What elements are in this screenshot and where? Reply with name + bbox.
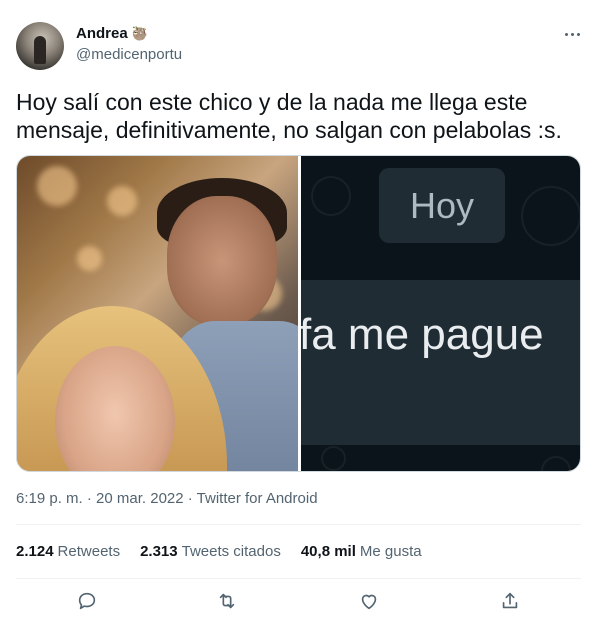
retweet-icon[interactable] [216,590,240,614]
tweet-text: Hoy salí con este chico y de la nada me … [16,89,562,143]
likes-label: Me gusta [359,543,422,560]
share-icon[interactable] [499,590,523,614]
likes-stat[interactable]: 40,8 mil Me gusta [301,543,422,560]
retweets-count: 2.124 [16,543,54,560]
quotes-label: Tweets citados [181,543,281,560]
quotes-stat[interactable]: 2.313 Tweets citados [140,543,281,560]
tweet-media: Hoy fa me pague [16,155,581,472]
divider [16,524,581,525]
retweets-label: Retweets [57,543,121,560]
quotes-count: 2.313 [140,543,178,560]
chat-bubble-main: fa me pague [301,280,580,445]
author-display-name[interactable]: Andrea [76,25,128,42]
avatar[interactable] [16,22,64,70]
reply-icon[interactable] [76,590,100,614]
tweet-actions [16,590,581,616]
heart-icon[interactable] [358,590,382,614]
media-photo-chat[interactable]: Hoy fa me pague [301,156,580,471]
retweets-stat[interactable]: 2.124 Retweets [16,543,120,560]
author-handle[interactable]: @medicenportu [76,46,182,63]
chat-bubble-top: Hoy [379,168,505,243]
divider [16,578,581,579]
tweet-card: Andrea 🦥 @medicenportu Hoy salí con este… [0,0,599,625]
sloth-emoji-icon: 🦥 [131,26,148,41]
tweet-stats: 2.124 Retweets 2.313 Tweets citados 40,8… [16,543,422,560]
tweet-timestamp[interactable]: 6:19 p. m. · 20 mar. 2022 · Twitter for … [16,490,318,507]
likes-count: 40,8 mil [300,543,356,560]
more-icon[interactable] [560,24,584,44]
media-photo-couple[interactable] [17,156,298,471]
author-name-row: Andrea 🦥 [76,25,148,42]
